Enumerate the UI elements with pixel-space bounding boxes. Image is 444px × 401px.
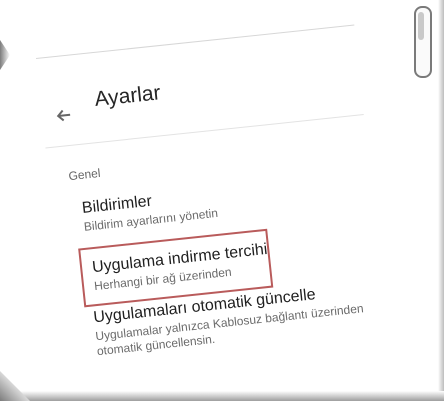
section-title: Genel	[67, 165, 102, 184]
scrollbar-thumb[interactable]	[418, 12, 424, 40]
app-header: Ayarlar	[36, 20, 404, 149]
page-corner-shadow-bottom	[0, 371, 30, 401]
header-divider	[45, 114, 364, 149]
scrollbar[interactable]	[414, 6, 432, 78]
page-corner-shadow	[0, 40, 10, 70]
settings-screen: Ayarlar Genel Bildirimler Bildirim ayarl…	[36, 20, 432, 401]
page-edge-shadow	[438, 0, 444, 401]
screenshot-canvas: Ayarlar Genel Bildirimler Bildirim ayarl…	[0, 0, 444, 401]
page-title: Ayarlar	[93, 81, 162, 112]
back-arrow-icon[interactable]	[53, 104, 75, 126]
setting-notifications[interactable]: Bildirimler Bildirim ayarlarını yönetin	[81, 167, 403, 235]
